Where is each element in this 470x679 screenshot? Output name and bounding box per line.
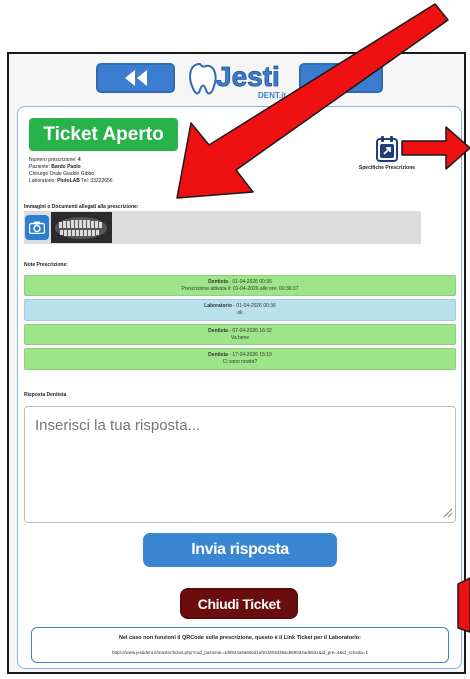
jestident-logo: Jesti DENT.it — [186, 56, 290, 102]
camera-button[interactable] — [25, 215, 49, 240]
back-button[interactable] — [96, 63, 175, 93]
ticket-status-badge: Ticket Aperto — [29, 118, 178, 151]
prescription-info: Numero prescrizione: 4 Paziente: Bardo P… — [29, 157, 113, 185]
reply-input[interactable] — [24, 406, 456, 523]
xray-image — [51, 212, 112, 243]
reply-label: Risposta Dentista — [24, 392, 67, 398]
note-item: Dentista - 01-04-2026 00:36 Prescrizione… — [24, 275, 456, 296]
lab-line: Laboratorio: PlutoLAB Tel: 33222656 — [29, 178, 113, 184]
forward-button[interactable] — [299, 63, 383, 93]
patient-line: Paziente: Bardo Paolo — [29, 164, 81, 170]
note-item: Dentista - 07-04-2026 16:32 Va bene — [24, 324, 456, 345]
calendar-arrow-icon — [376, 136, 398, 162]
procedure-line: Chirurgo Orale Giaddo Gibbo — [29, 171, 95, 177]
lab-link-note: Nel caso non funzioni il QRCode sulla pr… — [119, 635, 361, 641]
prescription-number-line: Numero prescrizione: 4 — [29, 157, 81, 163]
specs-label: Specifiche Prescrizione — [358, 165, 416, 171]
svg-text:DENT.it: DENT.it — [258, 91, 286, 100]
note-item: Laboratorio - 01-04-2026 00:36 ok — [24, 299, 456, 321]
svg-text:Jesti: Jesti — [216, 61, 280, 92]
notes-label: Note Prescrizione: — [24, 262, 68, 268]
camera-icon — [29, 221, 45, 234]
resize-grip-icon[interactable] — [441, 506, 453, 518]
close-ticket-button[interactable]: Chiudi Ticket — [180, 588, 298, 619]
xray-thumbnail[interactable] — [51, 212, 112, 243]
note-item: Dentista - 17-04-2026 15:10 Ci sono novi… — [24, 348, 456, 370]
lab-link-box: Nel caso non funzioni il QRCode sulla pr… — [31, 627, 449, 663]
specs-button[interactable]: Specifiche Prescrizione — [352, 135, 422, 175]
send-reply-button[interactable]: Invia risposta — [143, 533, 337, 567]
lab-link-url[interactable]: https://www.jestident.it/master/ticket.p… — [32, 650, 448, 655]
double-chevron-left-icon — [124, 70, 147, 86]
ticket-card — [17, 106, 462, 669]
attachments-label: Immagini o Documenti allegati alla presc… — [24, 204, 139, 210]
